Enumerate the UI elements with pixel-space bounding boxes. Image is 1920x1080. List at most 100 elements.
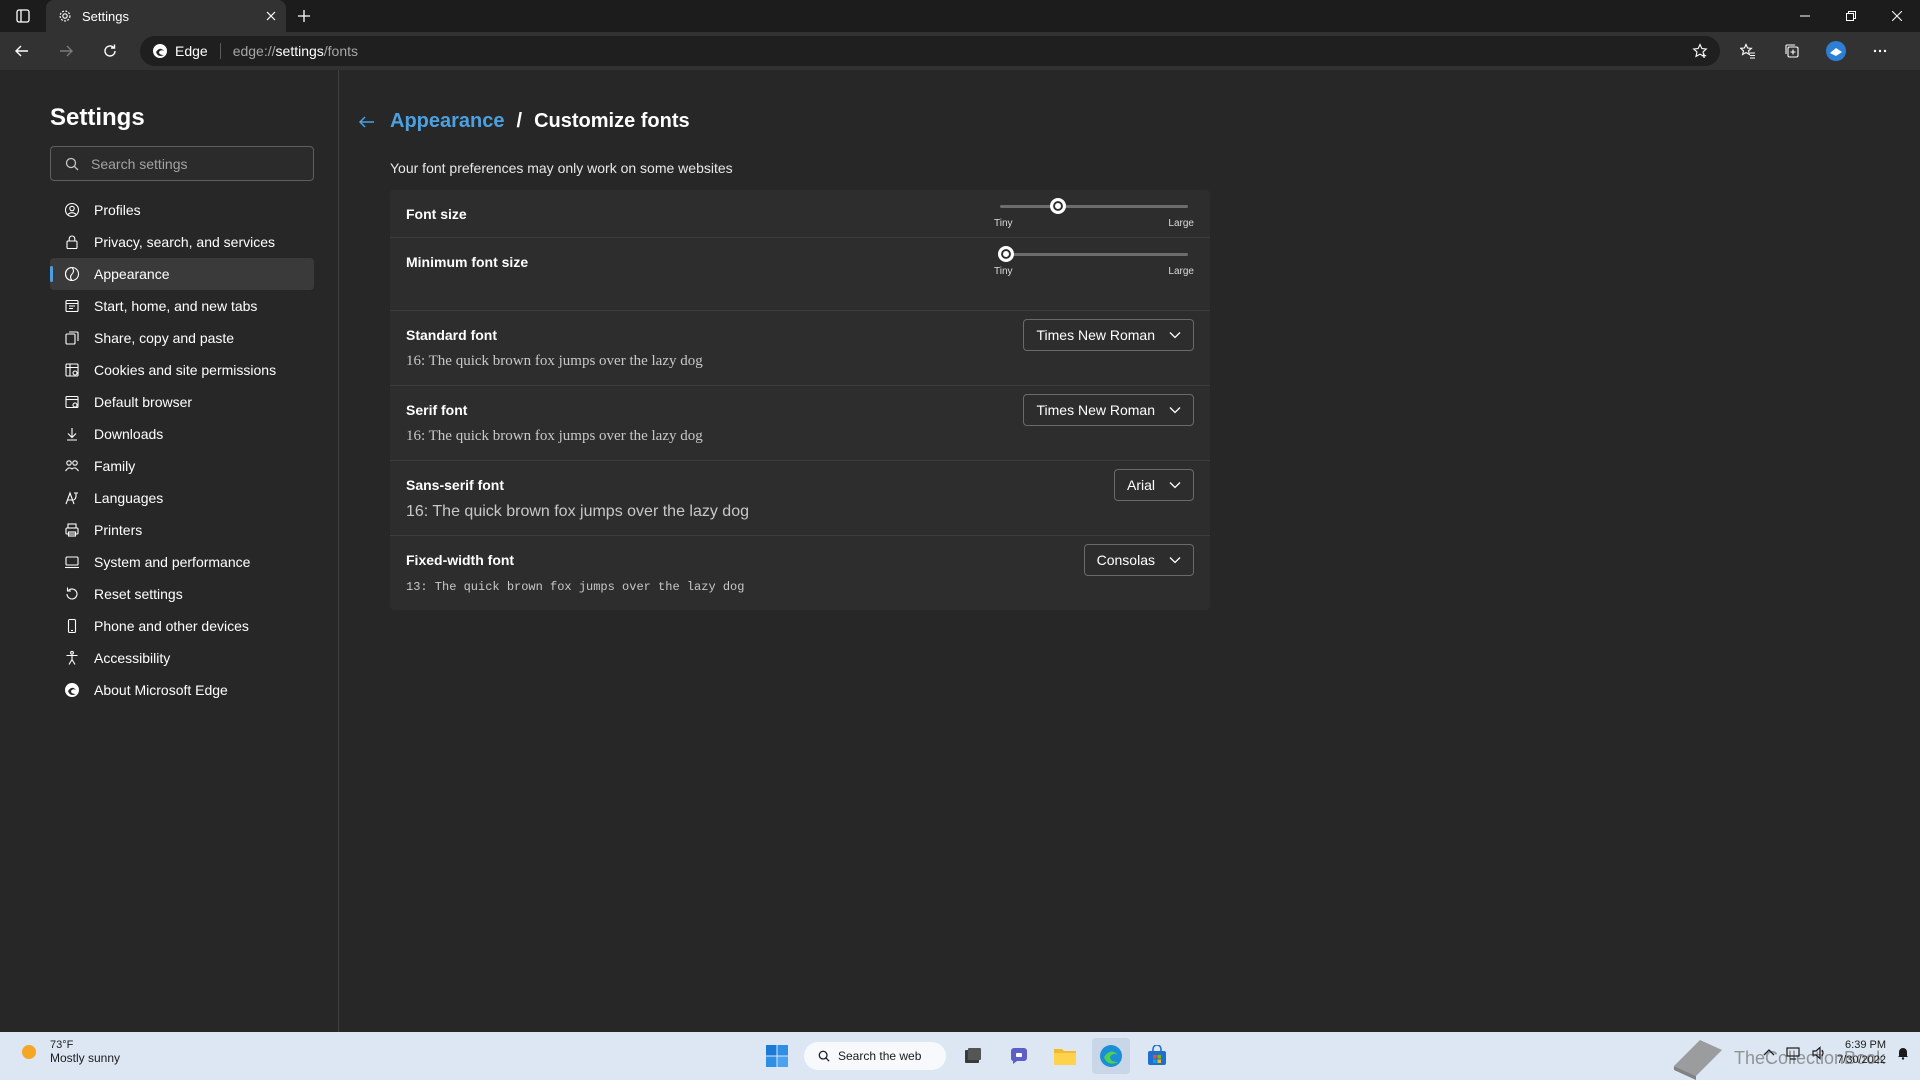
add-favorite-icon[interactable]: [1692, 43, 1708, 59]
address-bar[interactable]: Edge edge://settings/fonts: [140, 36, 1720, 66]
site-identity[interactable]: Edge: [152, 43, 221, 59]
clock[interactable]: 6:39 PM 7/30/2022: [1837, 1038, 1886, 1068]
sun-icon: [22, 1045, 36, 1059]
dropdown-value: Times New Roman: [1036, 402, 1155, 418]
forward-button[interactable]: [44, 32, 88, 70]
close-window-button[interactable]: [1874, 0, 1920, 32]
search-input[interactable]: [91, 155, 291, 172]
slider-min-label: Tiny: [994, 266, 1013, 277]
font-size-slider[interactable]: Tiny Large: [994, 194, 1194, 229]
sidebar-item-label: Printers: [94, 522, 143, 538]
sidebar-item-accessibility[interactable]: Accessibility: [50, 642, 314, 674]
sidebar-item-about[interactable]: About Microsoft Edge: [50, 674, 314, 706]
tab-actions-button[interactable]: [0, 0, 46, 32]
url-scheme: edge://: [232, 43, 276, 59]
sidebar-item-privacy[interactable]: Privacy, search, and services: [50, 226, 314, 258]
refresh-icon: [104, 44, 116, 57]
browser-toolbar: Edge edge://settings/fonts: [0, 32, 1920, 70]
chat-button[interactable]: [1000, 1038, 1038, 1074]
volume-icon[interactable]: [1811, 1045, 1827, 1061]
restore-icon: [1846, 11, 1856, 21]
file-explorer-button[interactable]: [1046, 1038, 1084, 1074]
standard-font-dropdown[interactable]: Times New Roman: [1023, 319, 1194, 351]
tab-actions-icon: [16, 9, 30, 23]
search-icon: [65, 157, 79, 170]
start-button[interactable]: [758, 1038, 796, 1074]
back-button[interactable]: [0, 32, 44, 70]
sidebar-item-label: Share, copy and paste: [94, 330, 235, 346]
fixed-width-font-row: Fixed-width font 13: The quick brown fox…: [390, 536, 1210, 610]
sidebar-item-system[interactable]: System and performance: [50, 546, 314, 578]
download-icon: [67, 428, 77, 441]
fonts-card: Font size Tiny Large Minimum font size T…: [390, 190, 1210, 610]
sidebar-item-label: Reset settings: [94, 586, 183, 602]
sidebar-item-phone[interactable]: Phone and other devices: [50, 610, 314, 642]
profile-avatar-icon: [1826, 41, 1846, 61]
favorites-button[interactable]: [1726, 32, 1770, 70]
font-size-row: Font size Tiny Large: [390, 190, 1210, 238]
min-font-size-label: Minimum font size: [406, 254, 529, 270]
sidebar-item-share[interactable]: Share, copy and paste: [50, 322, 314, 354]
settings-more-button[interactable]: [1858, 32, 1902, 70]
back-arrow-icon: [15, 45, 28, 57]
serif-font-row: Serif font 16: The quick brown fox jumps…: [390, 386, 1210, 461]
sidebar-item-printers[interactable]: Printers: [50, 514, 314, 546]
sidebar-item-profiles[interactable]: Profiles: [50, 194, 314, 226]
sidebar-item-family[interactable]: Family: [50, 450, 314, 482]
weather-widget[interactable]: 73°F Mostly sunny: [18, 1039, 120, 1065]
slider-max-label: Large: [1168, 218, 1194, 229]
close-icon[interactable]: [266, 11, 276, 21]
network-icon[interactable]: [1785, 1045, 1801, 1061]
sidebar-item-languages[interactable]: Languages: [50, 482, 314, 514]
url-path: /fonts: [323, 43, 359, 59]
min-font-size-slider[interactable]: Tiny Large: [994, 242, 1194, 277]
site-identity-label: Edge: [175, 43, 208, 59]
sidebar-item-default-browser[interactable]: Default browser: [50, 386, 314, 418]
share-icon: [65, 331, 79, 345]
standard-font-label: Standard font: [406, 327, 497, 343]
weather-condition: Mostly sunny: [50, 1051, 121, 1065]
refresh-button[interactable]: [88, 32, 132, 70]
sidebar-title: Settings: [50, 104, 145, 131]
back-arrow-icon: [358, 115, 374, 128]
store-button[interactable]: [1138, 1038, 1176, 1074]
chevron-up-icon[interactable]: [1763, 1047, 1775, 1059]
settings-sidebar: Settings Profiles Privacy, search, and s…: [0, 70, 339, 1032]
serif-font-dropdown[interactable]: Times New Roman: [1023, 394, 1194, 426]
collections-button[interactable]: [1770, 32, 1814, 70]
profile-button[interactable]: [1814, 32, 1858, 70]
search-box[interactable]: [50, 146, 314, 181]
profile-icon: [64, 202, 80, 218]
breadcrumb-appearance-link[interactable]: Appearance: [390, 110, 505, 133]
title-bar: Settings: [0, 0, 1920, 32]
notification-icon[interactable]: [1896, 1046, 1910, 1060]
task-view-button[interactable]: [954, 1038, 992, 1074]
edge-taskbar-button[interactable]: [1092, 1038, 1130, 1074]
sidebar-item-reset[interactable]: Reset settings: [50, 578, 314, 610]
weather-temperature: 73°F: [50, 1039, 74, 1051]
sidebar-item-label: Languages: [94, 490, 164, 506]
new-tab-button[interactable]: [286, 0, 322, 32]
chevron-down-icon: [1169, 332, 1181, 339]
taskbar-search[interactable]: Search the web: [804, 1042, 946, 1070]
tab-settings[interactable]: Settings: [46, 0, 286, 32]
sans-serif-font-dropdown[interactable]: Arial: [1113, 469, 1194, 501]
taskbar-apps: Search the web: [758, 1038, 1176, 1074]
sidebar-item-appearance[interactable]: Appearance: [50, 258, 314, 290]
taskbar-search-label: Search the web: [838, 1049, 922, 1063]
lock-icon: [66, 235, 78, 250]
back-to-appearance-button[interactable]: [356, 111, 378, 133]
sidebar-item-start-home[interactable]: Start, home, and new tabs: [50, 290, 314, 322]
sans-serif-font-row: Sans-serif font 16: The quick brown fox …: [390, 461, 1210, 536]
url-host: settings: [275, 43, 324, 59]
standard-font-sample: 16: The quick brown fox jumps over the l…: [406, 353, 703, 369]
clock-time: 6:39 PM: [1845, 1039, 1886, 1051]
slider-thumb[interactable]: [998, 246, 1014, 262]
sidebar-item-downloads[interactable]: Downloads: [50, 418, 314, 450]
fixed-width-font-dropdown[interactable]: Consolas: [1083, 544, 1194, 576]
sidebar-item-cookies[interactable]: Cookies and site permissions: [50, 354, 314, 386]
slider-thumb[interactable]: [1049, 198, 1066, 214]
minimize-button[interactable]: [1782, 0, 1828, 32]
restore-button[interactable]: [1828, 0, 1874, 32]
minimize-icon: [1800, 15, 1810, 17]
